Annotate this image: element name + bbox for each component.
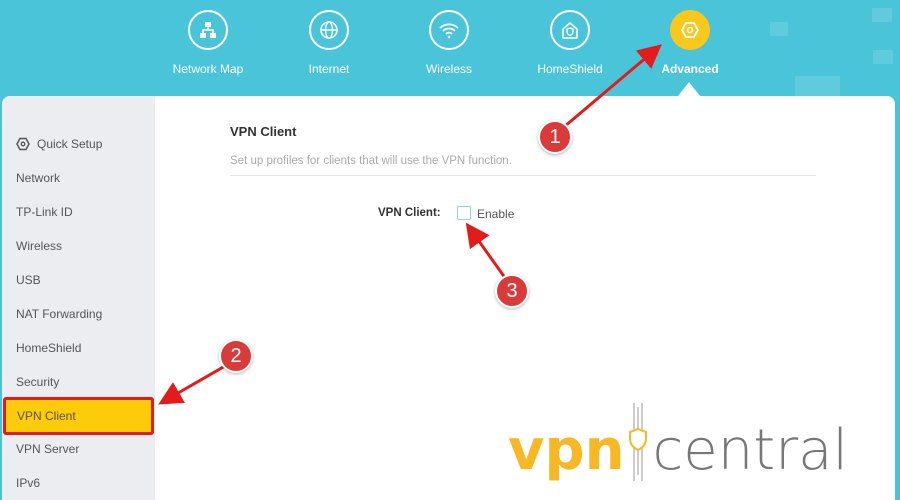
gear-icon — [670, 10, 710, 50]
gear-icon — [16, 137, 30, 151]
vpn-client-field-label: VPN Client: — [378, 207, 441, 219]
sidebar-item-label: TP-Link ID — [16, 205, 73, 219]
annotation-badge-1: 1 — [538, 120, 572, 154]
background-decoration — [872, 8, 892, 22]
background-decoration — [795, 76, 840, 96]
nav-label: Advanced — [661, 62, 719, 76]
background-decoration — [873, 50, 893, 64]
sidebar-item-label: Quick Setup — [37, 137, 103, 151]
divider — [230, 175, 816, 176]
enable-checkbox[interactable] — [457, 206, 471, 220]
annotation-badge-3: 3 — [495, 274, 529, 308]
top-navigation-bar: Network Map Internet Wireless HomeShield… — [0, 0, 900, 100]
sidebar-item-label: IPv6 — [16, 476, 41, 490]
sidebar-item-vpn-client[interactable]: VPN Client — [3, 397, 154, 435]
sidebar-item-wireless[interactable]: Wireless — [2, 229, 155, 263]
sidebar-item-security[interactable]: Security — [2, 365, 155, 399]
sidebar-item-label: USB — [16, 273, 41, 287]
active-tab-pointer — [678, 82, 700, 96]
sidebar-item-label: VPN Client — [17, 409, 76, 423]
sidebar-item-label: Network — [16, 171, 61, 185]
sidebar-item-label: HomeShield — [16, 341, 82, 355]
vpncentral-watermark: vpn central — [508, 403, 848, 481]
nav-network-map[interactable]: Network Map — [153, 10, 263, 76]
annotation-badge-2: 2 — [219, 339, 253, 373]
nav-wireless[interactable]: Wireless — [394, 10, 504, 76]
nav-label: Internet — [308, 62, 350, 76]
network-map-icon — [188, 10, 228, 50]
nav-homeshield[interactable]: HomeShield — [515, 10, 625, 76]
nav-advanced[interactable]: Advanced — [635, 10, 745, 76]
sidebar-item-network[interactable]: Network — [2, 161, 155, 195]
enable-checkbox-label[interactable]: Enable — [477, 207, 514, 221]
page-description: Set up profiles for clients that will us… — [230, 155, 512, 167]
background-decoration — [770, 22, 788, 36]
sidebar-item-label: Security — [16, 375, 60, 389]
shield-icon — [627, 403, 649, 481]
sidebar: Quick Setup Network TP-Link ID Wireless … — [2, 96, 155, 500]
watermark-central-text: central — [652, 418, 849, 483]
sidebar-item-usb[interactable]: USB — [2, 263, 155, 297]
sidebar-item-label: Wireless — [16, 239, 63, 253]
nav-label: Wireless — [425, 62, 472, 76]
sidebar-item-vpn-server[interactable]: VPN Server — [2, 432, 155, 466]
sidebar-item-label: VPN Server — [16, 442, 80, 456]
homeshield-icon — [550, 10, 590, 50]
nav-internet[interactable]: Internet — [274, 10, 384, 76]
watermark-vpn-text: vpn — [508, 418, 625, 483]
nav-label: Network Map — [172, 62, 244, 76]
sidebar-item-nat-forwarding[interactable]: NAT Forwarding — [2, 297, 155, 331]
sidebar-item-homeshield[interactable]: HomeShield — [2, 331, 155, 365]
sidebar-item-label: NAT Forwarding — [16, 307, 103, 321]
sidebar-item-tp-link-id[interactable]: TP-Link ID — [2, 195, 155, 229]
wifi-icon — [429, 10, 469, 50]
sidebar-item-ipv6[interactable]: IPv6 — [2, 466, 155, 500]
globe-icon — [309, 10, 349, 50]
sidebar-item-quick-setup[interactable]: Quick Setup — [2, 127, 155, 161]
page-title: VPN Client — [230, 124, 297, 139]
nav-label: HomeShield — [537, 62, 603, 76]
